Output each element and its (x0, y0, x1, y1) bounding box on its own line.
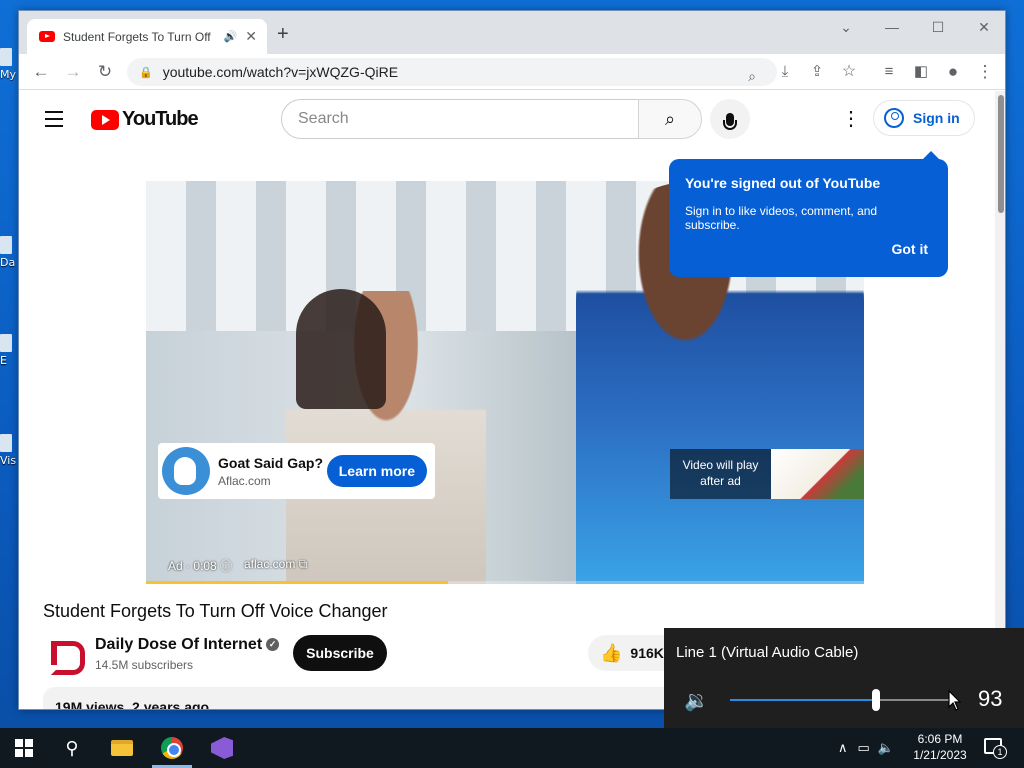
taskbar-chrome[interactable] (148, 728, 196, 768)
chrome-icon (161, 737, 183, 759)
desktop-icon-vis[interactable]: Vis (0, 434, 18, 467)
start-button[interactable] (0, 728, 48, 768)
close-window-button[interactable]: ✕ (969, 15, 999, 39)
notification-count: 1 (993, 745, 1007, 759)
signed-out-popup: You're signed out of YouTube Sign in to … (669, 151, 948, 277)
video-title: Student Forgets To Turn Off Voice Change… (43, 601, 388, 621)
file-icon (0, 434, 12, 452)
desktop-icon-my[interactable]: My (0, 48, 18, 81)
chrome-window: Student Forgets To Turn Off 🔊 ✕ + ⌄ — ☐ … (18, 10, 1006, 710)
volume-slider-thumb[interactable] (871, 689, 880, 711)
profile-icon[interactable]: ● (941, 60, 965, 84)
network-icon[interactable]: ▭ (858, 740, 870, 756)
url-text: youtube.com/watch?v=jxWQZG-QiRE (162, 64, 399, 80)
ad-link[interactable]: aflac.com ⧉ (244, 557, 307, 572)
voice-search-button[interactable] (710, 99, 750, 139)
tab-title: Student Forgets To Turn Off (63, 29, 211, 44)
zoom-icon[interactable]: ⌕ (741, 67, 763, 85)
folder-icon (111, 740, 133, 756)
volume-tray-icon[interactable]: 🔈 (878, 740, 894, 756)
speaker-icon[interactable]: 🔉 (684, 688, 709, 713)
search-icon: ⌕ (664, 108, 676, 129)
maximize-button[interactable]: ☐ (923, 15, 953, 39)
system-tray: ∧ ▭ 🔈 (838, 728, 894, 768)
got-it-button[interactable]: Got it (891, 241, 928, 257)
hamburger-menu-icon[interactable] (45, 111, 63, 132)
next-video-thumbnail (771, 449, 864, 499)
chevron-up-icon[interactable]: ∧ (838, 740, 848, 756)
media-controls-icon[interactable]: ≡ (877, 60, 901, 84)
channel-avatar[interactable] (49, 639, 85, 675)
close-tab-icon[interactable]: ✕ (245, 28, 257, 45)
computer-icon (0, 48, 12, 66)
back-button[interactable]: ← (29, 60, 53, 84)
scrollbar-thumb[interactable] (998, 95, 1004, 213)
account-icon (884, 108, 904, 128)
clock-date: 1/21/2023 (913, 748, 967, 762)
forward-button[interactable]: → (61, 60, 85, 84)
video-will-play-label: Video will play after ad (670, 449, 771, 499)
new-tab-button[interactable]: + (277, 23, 289, 45)
aflac-duck-icon (162, 447, 210, 495)
tab-search-button[interactable]: ⌄ (831, 15, 861, 39)
microphone-icon (723, 112, 737, 130)
clock[interactable]: 6:06 PM 1/21/2023 (904, 731, 976, 763)
browser-tab[interactable]: Student Forgets To Turn Off 🔊 ✕ (27, 19, 267, 54)
subscriber-count: 14.5M subscribers (95, 658, 194, 672)
ad-info-label[interactable]: Ad · 0:08 ⓘ (168, 557, 232, 574)
action-center-icon[interactable]: 1 (984, 738, 1007, 759)
mouse-cursor-icon (948, 690, 962, 711)
ad-title: Goat Said Gap? (218, 454, 324, 471)
desktop-icon-e[interactable]: E (0, 334, 18, 367)
youtube-play-icon (91, 109, 119, 130)
search-input[interactable]: Search (281, 99, 639, 139)
browser-toolbar: ← → ↻ 🔒 youtube.com/watch?v=jxWQZG-QiRE … (19, 54, 1005, 90)
bookmark-star-icon[interactable]: ☆ (837, 60, 861, 84)
taskbar-search-button[interactable]: ⚲ (48, 728, 96, 768)
speaker-icon[interactable]: 🔊 (224, 30, 238, 43)
settings-menu-icon[interactable]: ⋮ (841, 109, 861, 129)
search-button[interactable]: ⌕ (638, 99, 702, 139)
taskbar-file-explorer[interactable] (98, 728, 146, 768)
file-icon (0, 236, 12, 254)
minimize-button[interactable]: — (877, 15, 907, 39)
address-bar[interactable]: 🔒 youtube.com/watch?v=jxWQZG-QiRE (127, 58, 777, 86)
tab-strip: Student Forgets To Turn Off 🔊 ✕ + ⌄ — ☐ … (19, 11, 1005, 54)
taskbar: ⚲ ∧ ▭ 🔈 6:06 PM 1/21/2023 1 (0, 728, 1024, 768)
share-icon[interactable]: ⇪ (805, 60, 829, 84)
subscribe-button[interactable]: Subscribe (293, 635, 387, 671)
youtube-favicon-icon (39, 31, 55, 42)
side-panel-icon[interactable]: ◧ (909, 60, 933, 84)
sign-in-button[interactable]: Sign in (873, 100, 975, 136)
audio-device-label[interactable]: Line 1 (Virtual Audio Cable) (676, 644, 858, 661)
ad-overlay-card[interactable]: Goat Said Gap? Aflac.com Learn more (158, 443, 435, 499)
menu-icon[interactable]: ⋮ (973, 60, 997, 84)
popup-body: Sign in to like videos, comment, and sub… (685, 204, 878, 232)
verified-icon: ✓ (266, 638, 280, 652)
search-icon: ⚲ (65, 737, 79, 758)
volume-value: 93 (978, 686, 1003, 711)
install-icon[interactable]: ⤓ (773, 60, 797, 84)
ad-progress-bar (146, 581, 864, 584)
thumbs-up-icon: 👍 (600, 642, 623, 663)
file-icon (0, 334, 12, 352)
volume-slider-fill (730, 699, 876, 701)
popup-heading: You're signed out of YouTube (685, 175, 881, 191)
learn-more-button[interactable]: Learn more (326, 455, 427, 487)
youtube-logo[interactable]: YouTube (91, 108, 199, 131)
ad-domain: Aflac.com (218, 473, 271, 488)
channel-name[interactable]: Daily Dose Of Internet ✓ (95, 636, 280, 654)
clock-time: 6:06 PM (917, 732, 963, 746)
ad-progress-fill (146, 581, 448, 584)
volume-flyout: Line 1 (Virtual Audio Cable) 🔉 93 (664, 628, 1024, 728)
visual-studio-icon (211, 737, 233, 759)
video-frame-hair (296, 289, 386, 409)
reload-button[interactable]: ↻ (93, 60, 117, 84)
taskbar-visual-studio[interactable] (198, 728, 246, 768)
page-scrollbar[interactable] (995, 91, 1005, 709)
windows-logo-icon (15, 739, 33, 757)
youtube-page: YouTube Search ⌕ ⋮ Sign in Goat Said Gap… (19, 91, 1005, 709)
desktop-icon-da[interactable]: Da (0, 236, 18, 269)
lock-icon[interactable]: 🔒 (139, 66, 153, 79)
